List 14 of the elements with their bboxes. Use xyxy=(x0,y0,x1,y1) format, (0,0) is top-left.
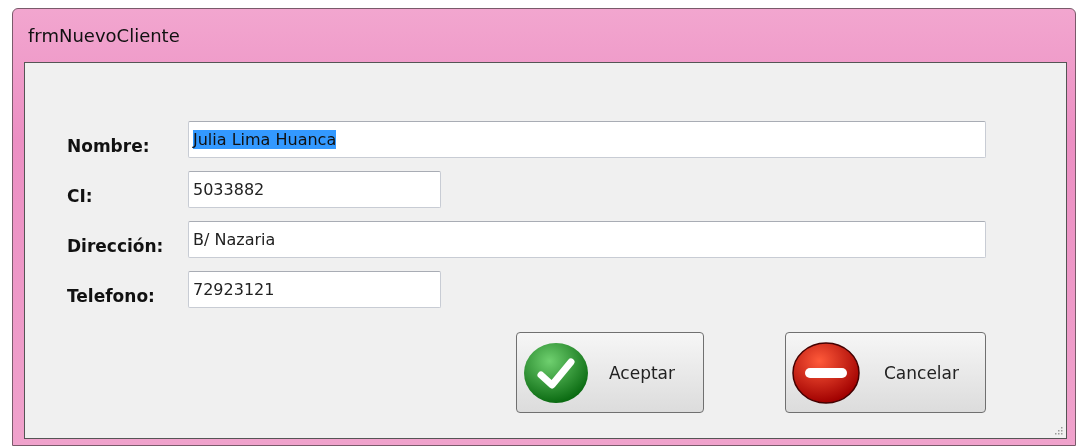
checkmark-icon xyxy=(523,341,589,404)
cancel-button[interactable]: Cancelar xyxy=(785,332,986,413)
field-label: CI: xyxy=(67,186,94,208)
input-field[interactable]: 72923121 xyxy=(188,271,441,308)
field-label: Nombre: xyxy=(67,136,151,158)
field-label: Dirección: xyxy=(67,236,165,258)
resize-grip-icon[interactable] xyxy=(1053,425,1063,435)
no-entry-icon xyxy=(792,341,860,404)
field-label: Telefono: xyxy=(67,286,156,308)
input-field[interactable]: Julia Lima Huanca xyxy=(188,121,986,158)
window-title: frmNuevoCliente xyxy=(28,25,180,46)
input-field[interactable]: B/ Nazaria xyxy=(188,221,986,258)
accept-button[interactable]: Aceptar xyxy=(516,332,704,413)
input-field[interactable]: 5033882 xyxy=(188,171,441,208)
